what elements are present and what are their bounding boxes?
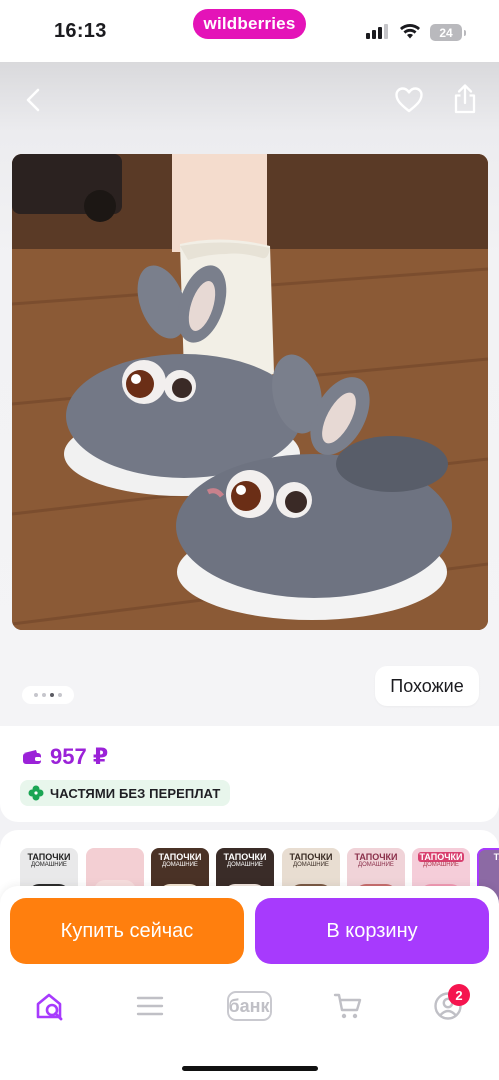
status-bar: 16:13 wildberries 24 (0, 0, 499, 62)
nav-catalog[interactable] (128, 986, 172, 1026)
favorite-button[interactable] (392, 82, 426, 118)
heart-icon (395, 87, 423, 113)
image-pager (22, 686, 74, 704)
bottom-navigation: банк (0, 980, 499, 1080)
slippers-illustration (12, 154, 488, 630)
product-gallery: Похожие (0, 62, 499, 726)
status-time: 16:13 (54, 20, 107, 42)
nav-home[interactable] (28, 986, 72, 1026)
pager-dot (42, 693, 46, 697)
share-button[interactable] (450, 80, 480, 118)
similar-button[interactable]: Похожие (375, 666, 479, 706)
brand-pill[interactable]: wildberries (193, 9, 306, 39)
home-search-icon (36, 993, 63, 1021)
bank-label: банк (226, 991, 272, 1021)
battery-indicator: 24 (430, 24, 466, 41)
installment-badge[interactable]: ЧАСТЯМИ БЕЗ ПЕРЕПЛАТ (20, 780, 231, 806)
menu-icon (136, 996, 164, 1016)
price-value: 957 ₽ (50, 744, 109, 769)
wallet-icon (23, 750, 41, 764)
profile-badge: 2 (448, 984, 470, 1006)
back-button[interactable] (18, 82, 48, 118)
purchase-actions: Купить сейчас В корзину (0, 886, 499, 980)
share-icon (454, 84, 476, 114)
installment-label: ЧАСТЯМИ БЕЗ ПЕРЕПЛАТ (50, 785, 221, 801)
nav-bank[interactable]: банк (226, 986, 272, 1026)
add-to-cart-button[interactable]: В корзину (255, 898, 489, 964)
wifi-icon (398, 22, 422, 45)
pager-dot (34, 693, 38, 697)
clover-icon (28, 785, 44, 801)
signal-icon (366, 24, 388, 39)
pager-dot-active (50, 693, 54, 697)
price-card: 957 ₽ ЧАСТЯМИ БЕЗ ПЕРЕПЛАТ (0, 726, 499, 822)
price-row: 957 ₽ (22, 744, 108, 770)
pager-dot (58, 693, 62, 697)
cart-icon (333, 993, 362, 1019)
nav-cart[interactable] (326, 986, 370, 1026)
chevron-left-icon (26, 88, 40, 112)
buy-now-button[interactable]: Купить сейчас (10, 898, 244, 964)
product-photo[interactable] (12, 154, 488, 630)
home-indicator (182, 1066, 318, 1071)
